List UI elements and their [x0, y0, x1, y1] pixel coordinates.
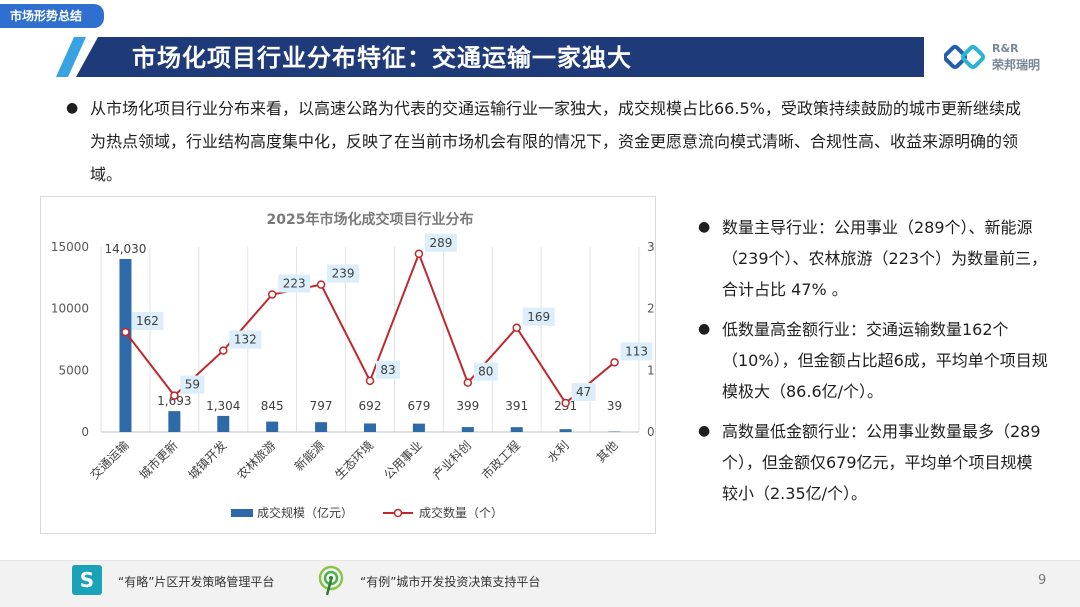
bullet-dot-icon: ●	[698, 314, 710, 345]
line-point	[122, 329, 129, 336]
bar	[217, 416, 229, 432]
x-tick-label: 公用事业	[381, 438, 425, 482]
bar	[511, 427, 523, 432]
line-data-label: 169	[527, 310, 550, 324]
brand-name-en: R&R	[992, 42, 1019, 55]
insight-text: 高数量低金额行业：公用事业数量最多（289个），但金额仅679亿元，平均单个项目…	[722, 422, 1041, 503]
bar	[315, 422, 327, 432]
line-data-label: 113	[625, 344, 648, 358]
chart-title: 2025年市场化成交项目行业分布	[267, 211, 474, 228]
line-data-label: 132	[234, 333, 257, 347]
bar-data-label: 14,030	[104, 242, 146, 256]
y-tick-right: 300	[647, 240, 655, 254]
line-point	[171, 392, 178, 399]
x-tick-label: 其他	[594, 438, 621, 465]
x-tick-label: 城镇开发	[185, 438, 230, 483]
bar-data-label: 845	[261, 399, 284, 413]
bullet-dot-icon: ●	[66, 92, 78, 125]
bullet-dot-icon: ●	[698, 416, 710, 447]
line-point	[367, 377, 374, 384]
x-tick-label: 水利	[545, 438, 572, 465]
insight-list: ● 数量主导行业：公用事业（289个）、新能源（239个）、农林旅游（223个）…	[698, 212, 1048, 518]
youlue-platform-icon[interactable]: S	[72, 565, 102, 595]
bullet-dot-icon: ●	[698, 212, 710, 243]
bar-data-label: 399	[456, 399, 479, 413]
bar-data-label: 1,304	[206, 399, 240, 413]
line-data-label: 239	[332, 267, 355, 281]
line-point	[513, 324, 520, 331]
insight-item: ● 低数量高金额行业：交通运输数量162个（10%），但金额占比超6成，平均单个…	[698, 314, 1048, 407]
x-tick-label: 农林旅游	[234, 438, 278, 482]
x-tick-label: 生态环境	[332, 438, 377, 483]
y-tick-right: 200	[647, 302, 655, 316]
legend-swatch-bar	[231, 509, 253, 517]
bar-data-label: 391	[505, 399, 528, 413]
bar	[266, 422, 278, 432]
y-tick-left: 0	[81, 425, 89, 439]
line-data-label: 223	[283, 276, 306, 290]
x-tick-label: 新能源	[291, 438, 327, 474]
x-tick-label: 产业科创	[430, 438, 474, 482]
line-point	[269, 291, 276, 298]
chart-svg: 2025年市场化成交项目行业分布 0 5000 10000 15000 0 100 200 30…	[41, 197, 655, 533]
bar	[413, 424, 425, 432]
line-point	[562, 400, 569, 407]
legend-swatch-marker	[395, 510, 402, 517]
insight-item: ● 数量主导行业：公用事业（289个）、新能源（239个）、农林旅游（223个）…	[698, 212, 1048, 305]
intro-paragraph: ● 从市场化项目行业分布来看，以高速公路为代表的交通运输行业一家独大，成交规模占…	[66, 92, 1026, 191]
industry-distribution-chart: 2025年市场化成交项目行业分布 0 5000 10000 15000 0 100 200 30…	[40, 196, 656, 534]
platform-link-youli[interactable]: “有例”城市开发投资决策支持平台	[360, 573, 540, 590]
bar	[560, 429, 572, 432]
line-point	[318, 281, 325, 288]
bar	[168, 411, 180, 432]
y-tick-left: 15000	[51, 240, 89, 254]
infinity-logo-icon	[944, 44, 986, 72]
line-data-label: 289	[429, 236, 452, 250]
line-data-label: 59	[185, 378, 200, 392]
bar	[364, 423, 376, 432]
y-tick-right: 100	[647, 363, 655, 377]
bar	[462, 427, 474, 432]
platform-link-youlue[interactable]: “有略”片区开发策略管理平台	[118, 573, 274, 590]
line-data-label: 47	[576, 385, 591, 399]
page-number: 9	[1038, 573, 1046, 588]
y-tick-left: 10000	[51, 302, 89, 316]
insight-text: 数量主导行业：公用事业（289个）、新能源（239个）、农林旅游（223个）为数…	[722, 218, 1047, 299]
bar-data-label: 39	[607, 399, 622, 413]
line-data-label: 83	[380, 363, 395, 377]
line-point	[220, 347, 227, 354]
youli-platform-icon[interactable]	[316, 565, 346, 597]
line-point	[415, 250, 422, 257]
bar-data-label: 679	[407, 399, 430, 413]
line-data-label: 162	[136, 314, 159, 328]
x-tick-label: 市政工程	[478, 438, 523, 483]
line-data-label: 80	[478, 365, 493, 379]
insight-item: ● 高数量低金额行业：公用事业数量最多（289个），但金额仅679亿元，平均单个…	[698, 416, 1048, 509]
line-point	[464, 379, 471, 386]
legend-label: 成交规模（亿元）	[257, 505, 353, 520]
brand-name-cn: 荣邦瑞明	[992, 56, 1040, 73]
bar-data-label: 692	[359, 399, 382, 413]
insight-text: 低数量高金额行业：交通运输数量162个（10%），但金额占比超6成，平均单个项目…	[722, 320, 1048, 401]
x-tick-label: 交通运输	[87, 438, 132, 483]
section-tab[interactable]: 市场形势总结	[0, 4, 104, 28]
legend-label: 成交数量（个）	[419, 505, 503, 520]
line-point	[611, 359, 618, 366]
intro-text: 从市场化项目行业分布来看，以高速公路为代表的交通运输行业一家独大，成交规模占比6…	[90, 92, 1026, 191]
y-tick-right: 0	[647, 425, 655, 439]
brand-logo: R&R 荣邦瑞明	[944, 42, 1068, 74]
x-tick-label: 城市更新	[136, 438, 181, 483]
page-title: 市场化项目行业分布特征：交通运输一家独大	[132, 40, 632, 76]
y-tick-left: 5000	[58, 363, 89, 377]
bar	[119, 259, 131, 432]
bar-data-label: 797	[310, 399, 333, 413]
